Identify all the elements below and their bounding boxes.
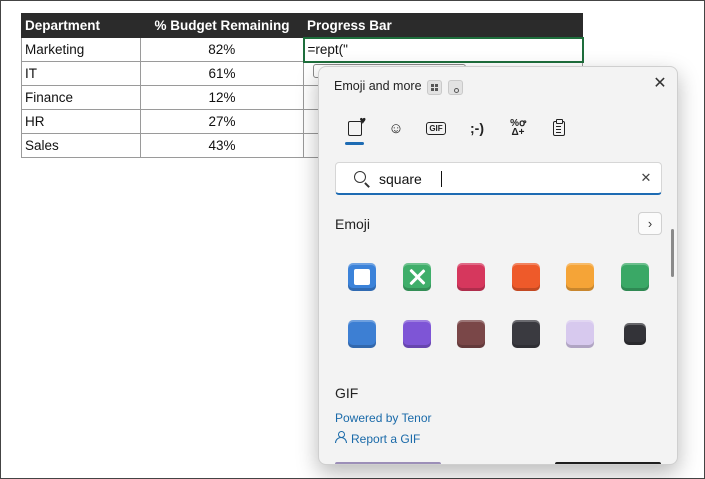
panel-title: Emoji and more <box>334 79 422 93</box>
blue-square-emoji[interactable] <box>348 320 376 348</box>
orange-square-emoji[interactable] <box>512 263 540 291</box>
grid-view-icon[interactable] <box>427 80 442 95</box>
chevron-right-icon[interactable]: › <box>638 212 662 235</box>
cell-department[interactable]: Sales <box>21 133 141 158</box>
table-header-row: Department % Budget Remaining Progress B… <box>21 13 583 38</box>
report-user-icon <box>335 431 348 444</box>
yellow-square-emoji[interactable] <box>566 263 594 291</box>
search-icon <box>354 171 366 183</box>
close-icon[interactable]: ✕ <box>649 73 671 95</box>
gif-icon: GIF <box>426 121 446 135</box>
powered-by-tenor-link[interactable]: Powered by Tenor <box>335 411 432 425</box>
text-caret <box>441 171 442 187</box>
search-box[interactable]: ✕ <box>335 162 662 195</box>
table-row: Marketing 82% =rept(" <box>21 36 584 63</box>
tab-gif[interactable]: GIF <box>422 114 450 142</box>
emoji-panel: Emoji and more ✕ ☺ GIF ;-) %ꝍΔ+ ✕ Emoji … <box>318 66 678 465</box>
cell-budget[interactable]: 82% <box>140 37 304 62</box>
cell-department[interactable]: Finance <box>21 85 141 110</box>
purple-square-emoji[interactable] <box>403 320 431 348</box>
cell-budget[interactable]: 43% <box>140 133 304 158</box>
report-gif-link[interactable]: Report a GIF <box>351 432 420 446</box>
scrollbar[interactable] <box>671 229 674 277</box>
tab-kaomoji[interactable]: ;-) <box>463 114 491 142</box>
cross-mark-button-emoji[interactable] <box>403 263 431 291</box>
kaomoji-icon: ;-) <box>470 120 484 136</box>
brown-square-emoji[interactable] <box>457 320 485 348</box>
gif-thumbnail[interactable] <box>335 462 441 464</box>
tab-symbols[interactable]: %ꝍ Δ+ <box>504 114 532 142</box>
compact-view-icon[interactable] <box>448 80 463 95</box>
cell-progress-editing[interactable]: =rept(" <box>302 36 584 63</box>
black-square-emoji[interactable] <box>512 320 540 348</box>
column-header-progress[interactable]: Progress Bar <box>303 13 583 38</box>
column-header-department[interactable]: Department <box>21 13 141 38</box>
clear-search-icon[interactable]: ✕ <box>636 168 656 188</box>
gif-thumbnail[interactable] <box>555 462 661 464</box>
black-small-square-emoji[interactable] <box>624 323 646 345</box>
tab-emoji[interactable] <box>341 114 369 142</box>
emoji-section-title: Emoji <box>335 216 371 232</box>
green-square-emoji[interactable] <box>621 263 649 291</box>
cell-department[interactable]: Marketing <box>21 37 141 62</box>
white-large-square-emoji[interactable] <box>566 320 594 348</box>
red-square-emoji[interactable] <box>457 263 485 291</box>
cell-budget[interactable]: 61% <box>140 61 304 86</box>
cell-budget[interactable]: 12% <box>140 85 304 110</box>
tab-smiley[interactable]: ☺ <box>382 114 410 142</box>
symbols-icon: %ꝍ Δ+ <box>510 118 526 138</box>
cell-department[interactable]: IT <box>21 61 141 86</box>
gif-section-title: GIF <box>335 385 359 401</box>
smiley-icon: ☺ <box>388 119 404 137</box>
active-tab-indicator <box>345 142 364 145</box>
heart-box-icon <box>348 115 366 136</box>
cell-budget[interactable]: 27% <box>140 109 304 134</box>
clipboard-icon <box>553 118 565 136</box>
search-input[interactable] <box>379 169 629 189</box>
column-header-budget[interactable]: % Budget Remaining <box>140 13 304 38</box>
cell-department[interactable]: HR <box>21 109 141 134</box>
tab-clipboard[interactable] <box>545 114 573 142</box>
white-square-button-emoji[interactable] <box>348 263 376 291</box>
